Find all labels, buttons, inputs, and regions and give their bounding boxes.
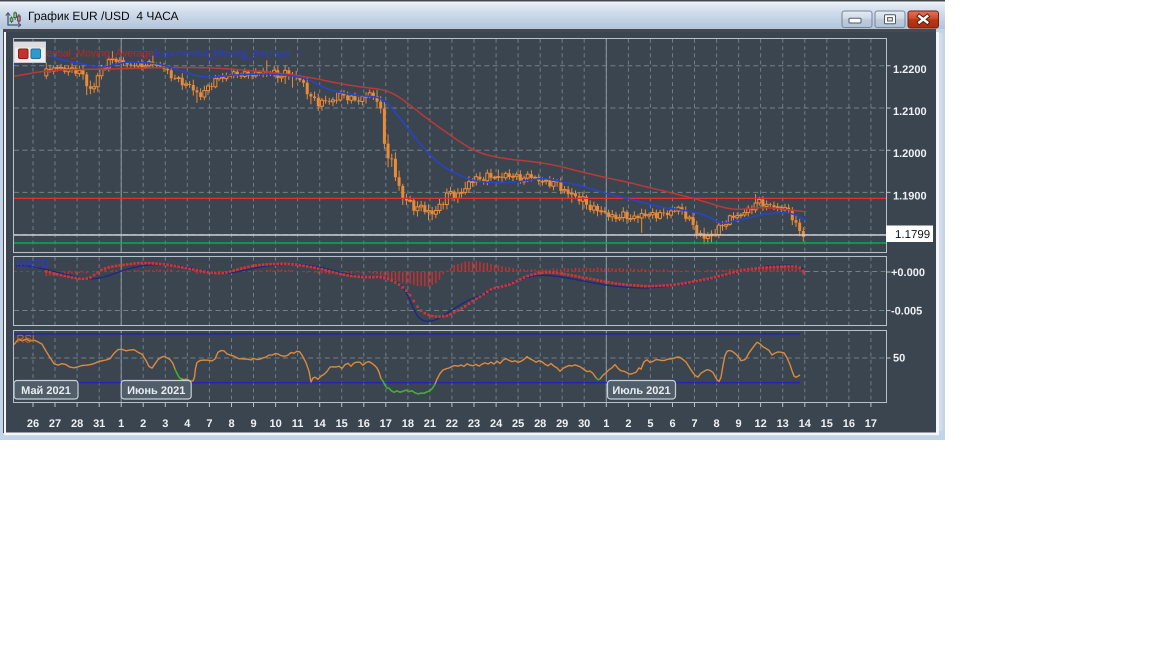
svg-text:28: 28 [534,418,546,430]
svg-text:1: 1 [118,418,124,430]
svg-text:8: 8 [714,418,720,430]
svg-text:14: 14 [799,418,812,430]
svg-text:18: 18 [402,418,414,430]
svg-text:28: 28 [71,418,83,430]
svg-text:RSI: RSI [17,334,35,346]
svg-text:5: 5 [647,418,653,430]
svg-text:21: 21 [424,418,436,430]
svg-text:+0.000: +0.000 [891,267,925,279]
svg-text:6: 6 [669,418,675,430]
svg-text:7: 7 [691,418,697,430]
svg-text:1.2000: 1.2000 [893,148,927,160]
svg-text:1.1799: 1.1799 [895,229,930,241]
svg-text:1.2100: 1.2100 [893,106,927,118]
svg-text:17: 17 [380,418,392,430]
svg-text:Exponential_Moving_Average: Exponential_Moving_Average [154,48,291,60]
svg-text:2: 2 [140,418,146,430]
svg-text:-0.005: -0.005 [891,306,922,318]
svg-text:Июнь 2021: Июнь 2021 [127,385,185,397]
svg-text:16: 16 [843,418,855,430]
svg-text:4: 4 [184,418,191,430]
svg-text:1.1900: 1.1900 [893,190,927,202]
svg-text:Июль 2021: Июль 2021 [612,385,670,397]
svg-text:Май 2021: Май 2021 [21,385,71,397]
svg-text:22: 22 [446,418,458,430]
svg-text:2: 2 [625,418,631,430]
svg-text:График EUR /USD 4 ЧАСА: График EUR /USD 4 ЧАСА [28,9,179,23]
svg-text:1: 1 [603,418,609,430]
svg-text:24: 24 [490,418,503,430]
svg-text:31: 31 [93,418,105,430]
svg-text:16: 16 [358,418,370,430]
svg-text:23: 23 [468,418,480,430]
svg-text:27: 27 [49,418,61,430]
svg-text:10: 10 [269,418,281,430]
svg-text:9: 9 [736,418,742,430]
svg-text:1.2200: 1.2200 [893,64,927,76]
svg-text:14: 14 [314,418,327,430]
svg-text:15: 15 [336,418,348,430]
svg-text:29: 29 [556,418,568,430]
svg-text:30: 30 [578,418,590,430]
svg-text:25: 25 [512,418,524,430]
svg-text:7: 7 [206,418,212,430]
svg-text:13: 13 [777,418,789,430]
svg-text:8: 8 [228,418,234,430]
svg-text:17: 17 [865,418,877,430]
svg-text:11: 11 [292,418,304,430]
svg-text:26: 26 [27,418,39,430]
svg-text:12: 12 [754,418,766,430]
svg-text:9: 9 [250,418,256,430]
svg-text:15: 15 [821,418,833,430]
svg-text:3: 3 [162,418,168,430]
svg-text:50: 50 [893,353,905,365]
svg-text:MACD: MACD [17,259,49,271]
